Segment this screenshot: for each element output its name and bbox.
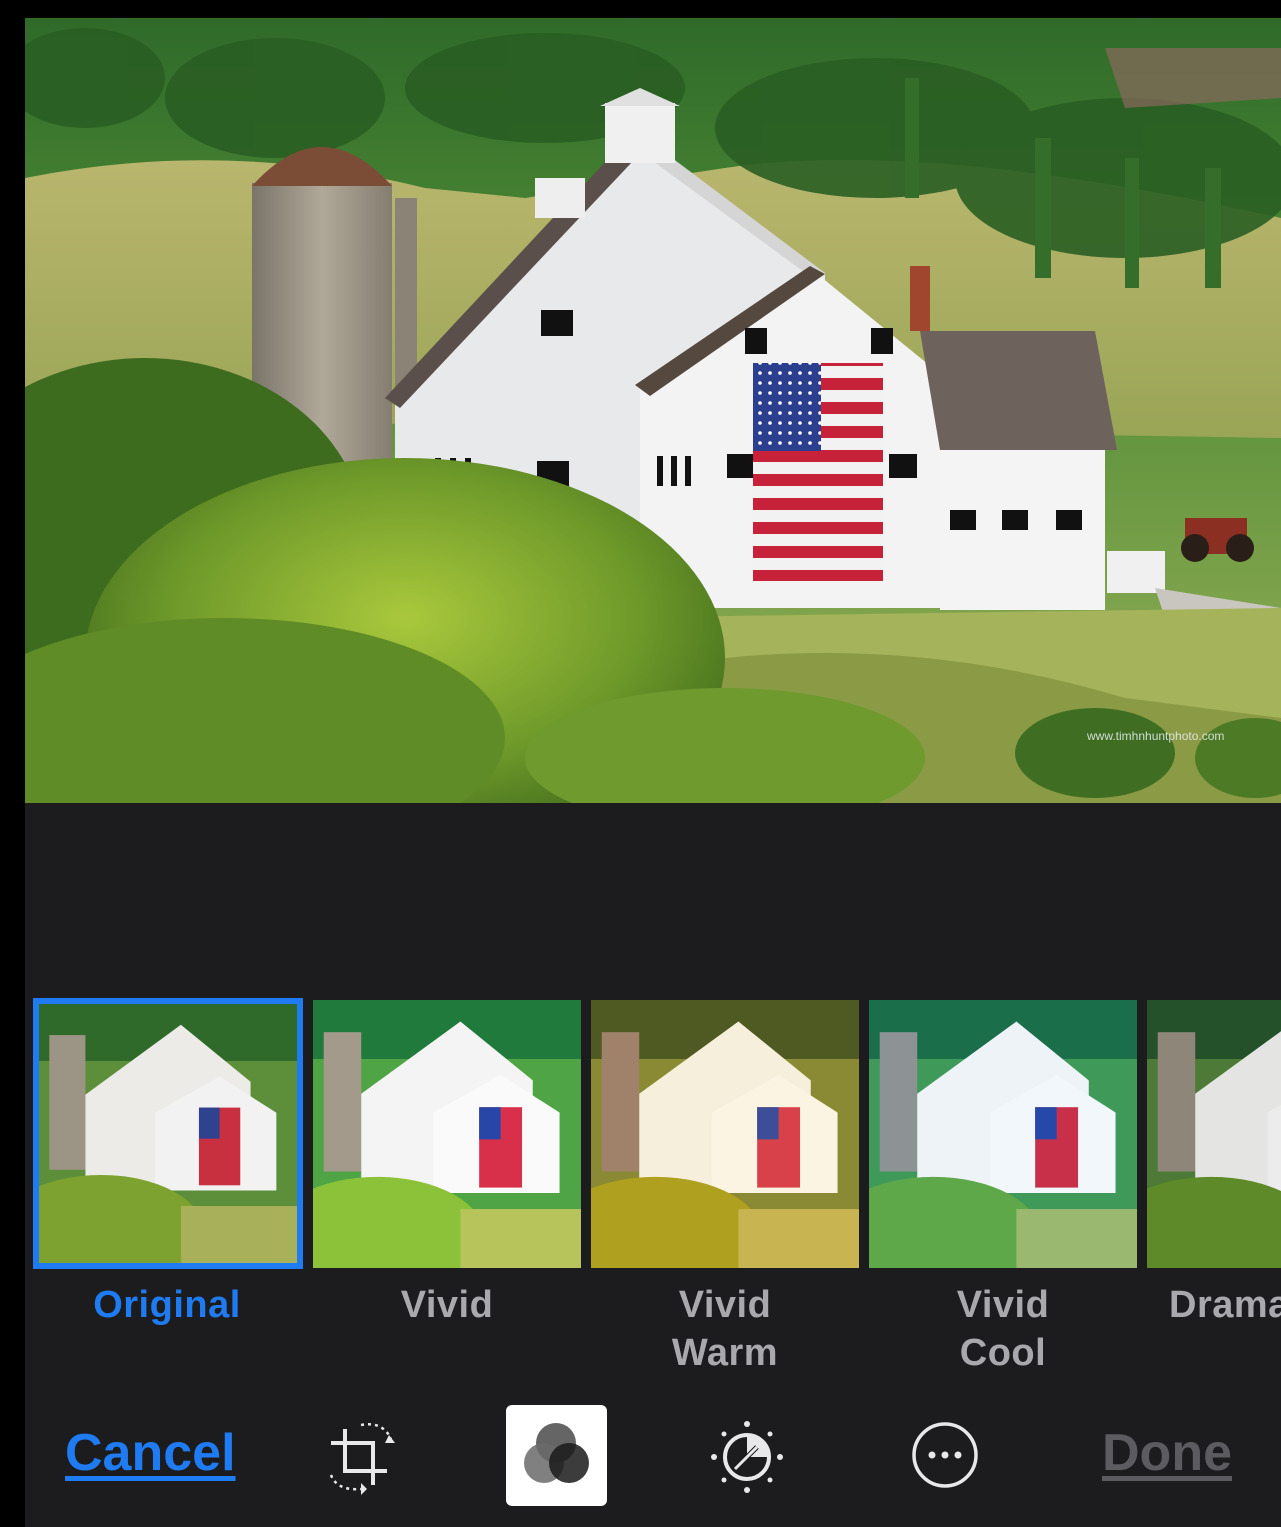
thumb-image — [1147, 1000, 1281, 1268]
filter-label-original: Original — [93, 1284, 241, 1326]
done-button[interactable]: Done — [1102, 1423, 1232, 1483]
filter-thumb-vivid-cool[interactable] — [869, 1000, 1137, 1268]
filter-label-vivid: Vivid — [400, 1284, 494, 1326]
filter-thumb-dramatic[interactable] — [1147, 1000, 1281, 1268]
filter-label-vivid-warm: Vivid Warm — [671, 1284, 779, 1374]
thumb-image — [591, 1000, 859, 1268]
adjust-dial-icon[interactable] — [709, 1419, 785, 1495]
barn-photo-image: www.timhnhuntphoto.com — [25, 18, 1281, 803]
cancel-button[interactable]: Cancel — [65, 1423, 236, 1483]
filters-icon[interactable] — [506, 1405, 607, 1506]
watermark-text: www.timhnhuntphoto.com — [1086, 729, 1224, 743]
thumb-image — [313, 1000, 581, 1268]
left-frame — [0, 0, 25, 1527]
crop-rotate-icon[interactable] — [325, 1415, 400, 1495]
thumb-image — [39, 1004, 297, 1263]
photo-edit-screen: www.timhnhuntphoto.com Original Vivid Vi… — [0, 0, 1281, 1527]
filter-thumb-vivid[interactable] — [313, 1000, 581, 1268]
main-photo[interactable]: www.timhnhuntphoto.com — [25, 18, 1281, 803]
filter-strip[interactable]: Original Vivid Vivid Warm Vivid Cool Dra… — [25, 998, 1281, 1388]
filter-label-dramatic: Dramatic — [1169, 1284, 1281, 1326]
more-options-icon[interactable] — [909, 1419, 981, 1491]
filter-thumb-original[interactable] — [33, 998, 303, 1269]
thumb-image — [869, 1000, 1137, 1268]
edit-toolbar: Cancel Done — [25, 1395, 1281, 1527]
filter-thumb-vivid-warm[interactable] — [591, 1000, 859, 1268]
filter-label-vivid-cool: Vivid Cool — [956, 1284, 1050, 1374]
top-frame — [0, 0, 1281, 18]
